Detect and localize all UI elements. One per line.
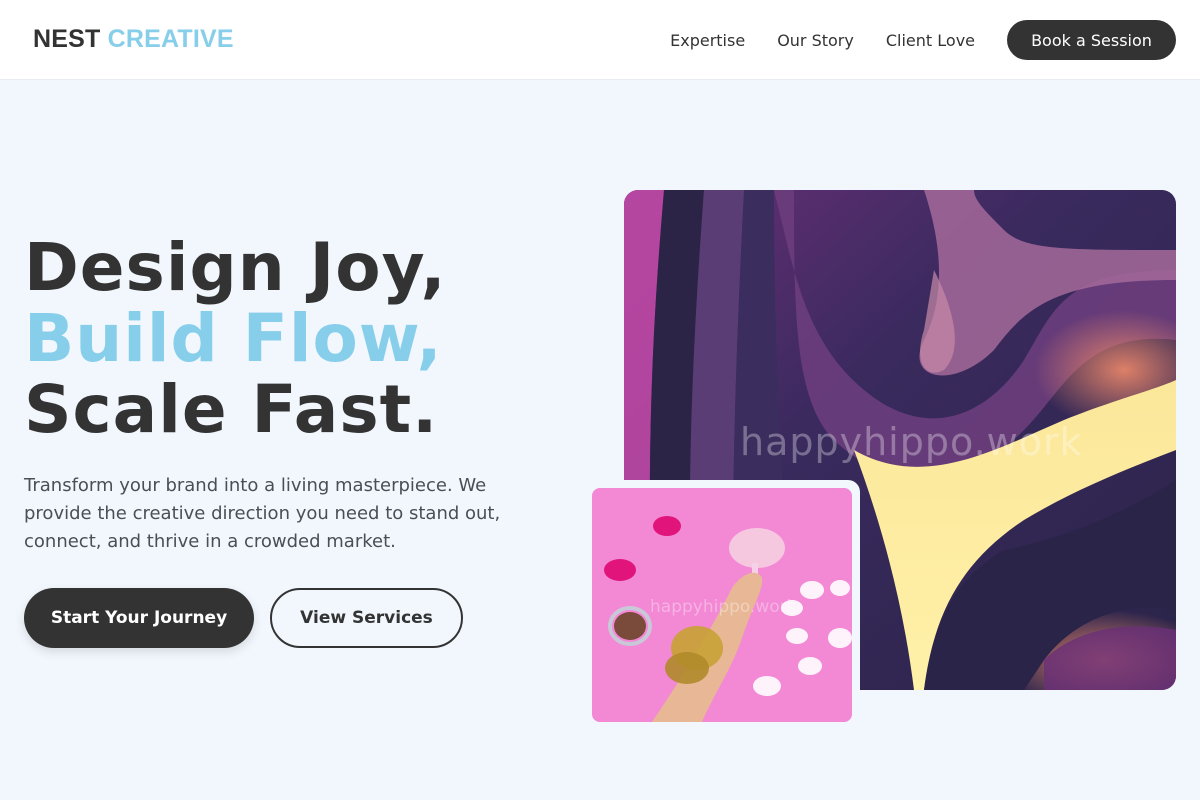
start-journey-button[interactable]: Start Your Journey (24, 588, 254, 648)
nav-link-client-love[interactable]: Client Love (886, 31, 975, 50)
hero-heading: Design Joy, Build Flow, Scale Fast. (24, 232, 447, 445)
inset-image-watermark: happyhippo.work (650, 597, 797, 617)
hero-description: Transform your brand into a living maste… (24, 475, 501, 552)
hero-heading-line-1: Design Joy, (24, 229, 447, 306)
view-services-button[interactable]: View Services (270, 588, 463, 648)
logo-text-accent: CREATIVE (107, 25, 234, 53)
logo[interactable]: NEST CREATIVE (33, 25, 234, 54)
image-watermark: happyhippo.work (740, 420, 1083, 464)
hero-heading-line-2: Build Flow, (24, 300, 443, 377)
nav-link-expertise[interactable]: Expertise (670, 31, 745, 50)
logo-text-primary: NEST (33, 25, 101, 53)
nav-link-our-story[interactable]: Our Story (777, 31, 854, 50)
book-session-button[interactable]: Book a Session (1007, 20, 1176, 60)
site-header: NEST CREATIVE Expertise Our Story Client… (0, 0, 1200, 80)
hero-heading-line-3: Scale Fast. (24, 371, 439, 448)
main-nav: Expertise Our Story Client Love Book a S… (670, 20, 1176, 60)
